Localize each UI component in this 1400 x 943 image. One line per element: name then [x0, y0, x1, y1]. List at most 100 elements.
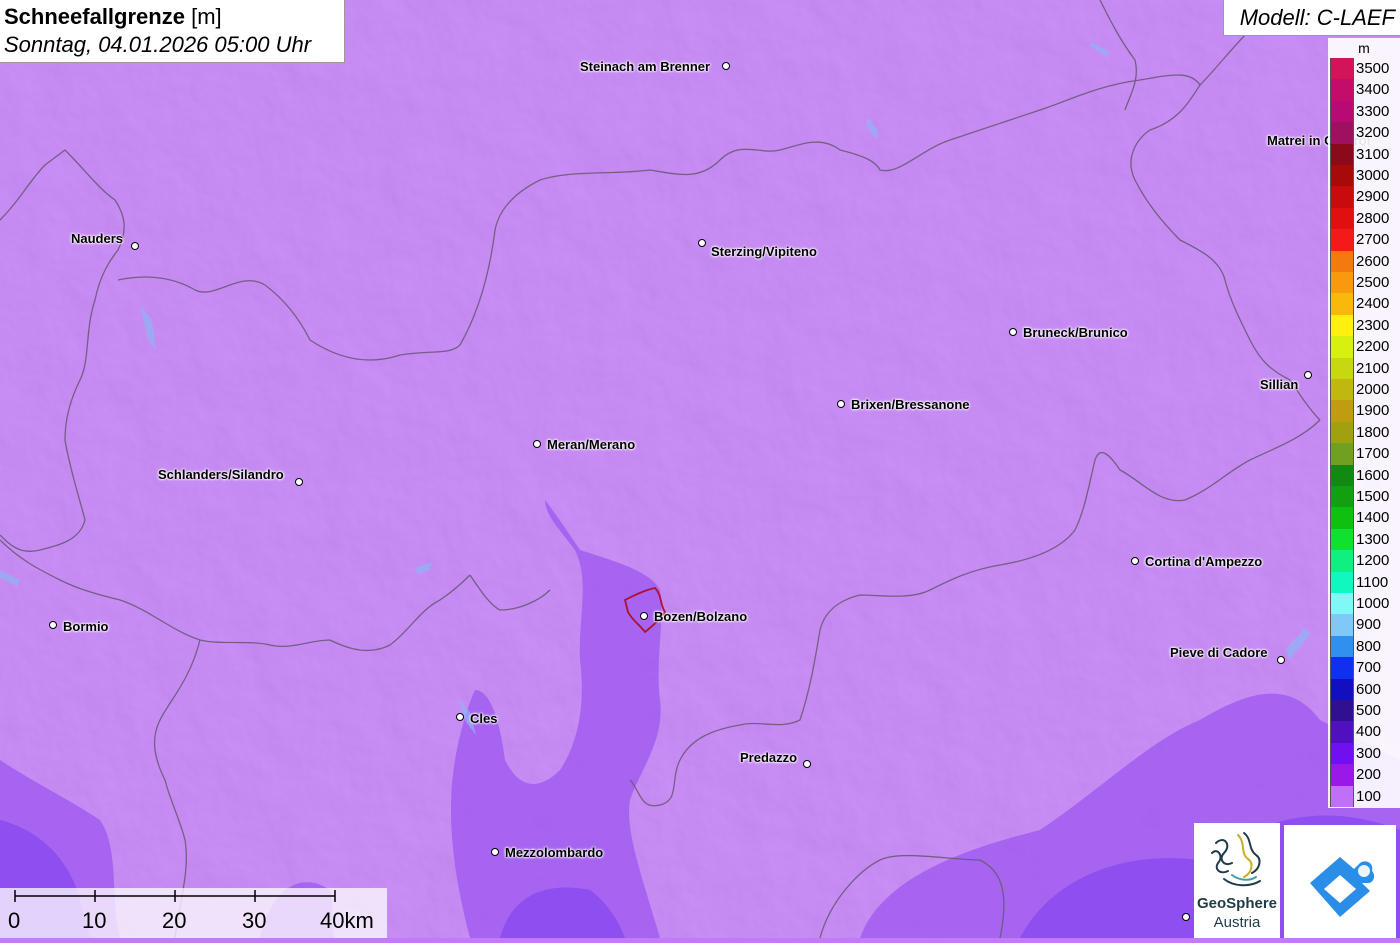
app-logo[interactable]	[1284, 825, 1396, 938]
legend-entry: 1900	[1328, 400, 1400, 422]
legend-swatch	[1330, 486, 1354, 508]
legend-label: 1900	[1356, 402, 1390, 420]
legend-label: 3000	[1356, 167, 1390, 184]
legend-swatch	[1330, 700, 1354, 722]
legend-label: 2300	[1356, 316, 1390, 334]
legend-label: 2000	[1356, 381, 1390, 398]
scale-label-10: 10	[82, 908, 107, 933]
place-marker	[698, 239, 706, 247]
scale-label-0: 0	[8, 908, 21, 933]
place-marker	[295, 478, 303, 486]
geosphere-logo[interactable]: GeoSphere Austria	[1194, 823, 1280, 938]
legend-swatch	[1330, 250, 1354, 272]
legend-entry: 1400	[1328, 507, 1400, 529]
legend-swatch	[1330, 186, 1354, 208]
legend-swatch	[1330, 314, 1354, 337]
legend-swatch	[1330, 229, 1354, 251]
place-marker	[640, 612, 648, 620]
place-marker	[1131, 557, 1139, 565]
legend-label: 1800	[1356, 423, 1390, 441]
legend-entry: 1000	[1328, 593, 1400, 615]
place-marker	[533, 440, 541, 448]
legend-label: 500	[1356, 702, 1382, 719]
place-marker	[1009, 328, 1017, 336]
geosphere-subtitle: Austria	[1213, 914, 1261, 931]
scale-label-30: 30	[242, 908, 267, 933]
legend-label: 2100	[1356, 359, 1390, 377]
geosphere-emblem-icon	[1211, 832, 1261, 887]
legend-entry: 300	[1328, 742, 1400, 765]
legend-swatch	[1330, 100, 1354, 123]
legend-entry: 100	[1328, 785, 1400, 807]
legend-swatch	[1330, 678, 1354, 700]
place-marker	[722, 62, 730, 70]
legend-label: 2200	[1356, 338, 1390, 356]
legend-swatch	[1330, 357, 1354, 379]
legend-entry: 1500	[1328, 486, 1400, 508]
legend-swatch	[1330, 507, 1354, 529]
legend-entry: 900	[1328, 614, 1400, 636]
legend-entry: 600	[1328, 678, 1400, 700]
legend-entry: 3300	[1328, 100, 1400, 123]
legend-unit: m	[1358, 40, 1370, 56]
map-datetime: Sonntag, 04.01.2026 05:00 Uhr	[4, 32, 312, 57]
legend-entry: 1600	[1328, 464, 1400, 486]
legend-label: 2700	[1356, 231, 1390, 249]
legend-swatch	[1330, 79, 1354, 101]
legend-label: 300	[1356, 744, 1382, 762]
legend-entry: 3500	[1328, 58, 1400, 80]
legend-swatch	[1330, 614, 1354, 636]
legend-entry: 1100	[1328, 571, 1400, 593]
weather-app-icon	[1310, 857, 1375, 917]
legend-label: 1300	[1356, 530, 1390, 548]
place-marker	[837, 400, 845, 408]
scale-label-40km: 40km	[320, 908, 374, 933]
legend-swatch	[1330, 785, 1354, 807]
model-panel: Modell: C-LAEF	[1223, 0, 1400, 36]
legend-label: 700	[1356, 659, 1382, 677]
scale-label-20: 20	[162, 908, 187, 933]
legend-swatch	[1330, 635, 1354, 658]
legend-swatch	[1330, 400, 1354, 422]
legend-label: 1200	[1356, 552, 1390, 570]
title-panel: Schneefallgrenze [m] Sonntag, 04.01.2026…	[0, 0, 345, 63]
legend-swatch	[1330, 550, 1354, 572]
legend-entry: 2400	[1328, 293, 1400, 315]
legend-entry: 3200	[1328, 122, 1400, 144]
legend-swatch	[1330, 571, 1354, 593]
place-marker	[803, 760, 811, 768]
legend-label: 3400	[1356, 81, 1390, 99]
legend-entry: 200	[1328, 764, 1400, 786]
legend-entry: 700	[1328, 657, 1400, 679]
legend-entry: 1700	[1328, 443, 1400, 465]
legend-swatch	[1330, 293, 1354, 315]
legend-label: 3200	[1356, 124, 1390, 142]
legend-entry: 2200	[1328, 336, 1400, 358]
place-marker	[1182, 913, 1190, 921]
legend-entry: 500	[1328, 700, 1400, 722]
legend-label: 1500	[1356, 488, 1390, 505]
place-marker	[131, 242, 139, 250]
legend-entry: 2000	[1328, 379, 1400, 401]
legend-swatch	[1330, 421, 1354, 444]
legend-swatch	[1330, 443, 1354, 465]
legend-label: 3500	[1356, 60, 1390, 77]
legend-entry: 3100	[1328, 143, 1400, 165]
legend-entry: 3000	[1328, 165, 1400, 187]
legend-label: 1400	[1356, 509, 1390, 527]
legend-swatch	[1330, 657, 1354, 679]
legend-entry: 2900	[1328, 186, 1400, 208]
legend-label: 800	[1356, 637, 1382, 655]
place-marker	[491, 848, 499, 856]
legend-label: 2500	[1356, 274, 1390, 291]
legend-swatch	[1330, 122, 1354, 144]
model-label: Modell: C-LAEF	[1239, 5, 1395, 30]
legend-entry: 2800	[1328, 207, 1400, 230]
scale-bar: 0 10 20 30 40km	[0, 888, 387, 938]
geosphere-name: GeoSphere	[1196, 895, 1278, 912]
legend-entry: 3400	[1328, 79, 1400, 101]
color-legend: m 3500 3400 3300 3200 3100 3000 2900 2800 2700 26…	[1328, 38, 1400, 808]
legend-entry: 400	[1328, 721, 1400, 743]
legend-entry: 1300	[1328, 528, 1400, 551]
map-title: Schneefallgrenze [m]	[4, 4, 222, 29]
